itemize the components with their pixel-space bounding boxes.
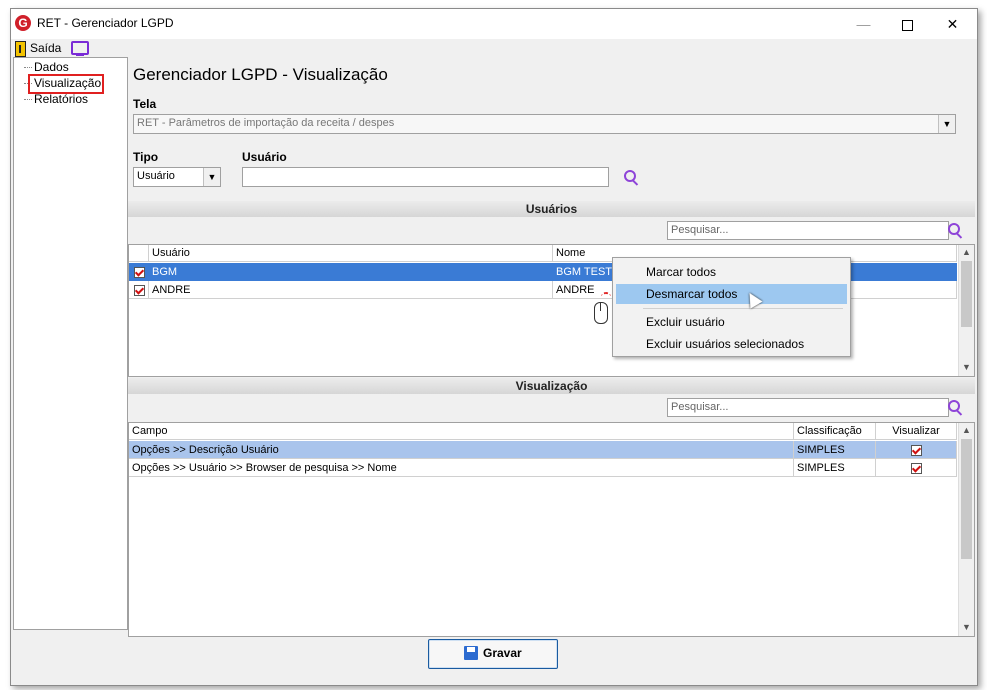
tipo-select[interactable]: Usuário ▼ (133, 167, 221, 187)
sidebar-tree: Dados Visualização Relatórios (13, 57, 128, 630)
context-menu: Marcar todos Desmarcar todos Excluir usu… (612, 257, 851, 357)
menu-item-marcar-todos[interactable]: Marcar todos (616, 262, 847, 282)
visualizacao-grid: Campo Classificação Visualizar Opções >>… (128, 422, 975, 637)
tree-connector (24, 67, 32, 68)
exit-door-icon[interactable] (15, 41, 26, 57)
right-click-indicator-icon (601, 292, 611, 302)
visualizacao-search-placeholder: Pesquisar... (671, 401, 729, 413)
tela-select-value: RET - Parâmetros de importação da receit… (137, 117, 395, 129)
row-checkbox[interactable] (134, 267, 145, 278)
sidebar-item-relatorios[interactable]: Relatórios (34, 92, 88, 106)
menu-item-desmarcar-todos[interactable]: Desmarcar todos (616, 284, 847, 304)
cell-usuario: ANDRE (149, 281, 553, 299)
scroll-up-icon[interactable]: ▲ (959, 245, 974, 260)
visualizar-checkbox[interactable] (911, 463, 922, 474)
cell-campo: Opções >> Descrição Usuário (129, 441, 794, 459)
title-bar: G RET - Gerenciador LGPD — ✕ (11, 9, 977, 39)
tela-label: Tela (133, 97, 157, 111)
row-checkbox[interactable] (134, 285, 145, 296)
visualizar-checkbox[interactable] (911, 445, 922, 456)
window-title: RET - Gerenciador LGPD (37, 16, 174, 30)
usuarios-search-placeholder: Pesquisar... (671, 224, 729, 236)
usuario-input[interactable] (242, 167, 609, 187)
visualizacao-section-header: Visualização (128, 378, 975, 394)
scroll-up-icon[interactable]: ▲ (959, 423, 974, 438)
close-button[interactable]: ✕ (930, 9, 975, 39)
grid-header-check (129, 245, 149, 262)
grid-header-campo[interactable]: Campo (129, 423, 794, 440)
save-button[interactable]: Gravar (428, 639, 558, 669)
tela-select[interactable]: RET - Parâmetros de importação da receit… (133, 114, 956, 134)
monitor-icon[interactable] (71, 41, 89, 56)
page-title: Gerenciador LGPD - Visualização (133, 65, 388, 84)
vertical-scrollbar[interactable]: ▲ ▼ (958, 423, 974, 636)
maximize-button[interactable] (885, 9, 930, 39)
scroll-down-icon[interactable]: ▼ (959, 620, 974, 635)
table-row[interactable]: Opções >> Descrição Usuário SIMPLES (129, 441, 957, 459)
minimize-icon: — (856, 16, 871, 32)
cell-usuario: BGM (149, 263, 553, 281)
menu-item-excluir-selecionados[interactable]: Excluir usuários selecionados (616, 334, 847, 354)
maximize-icon (902, 19, 913, 31)
sidebar-item-visualizacao[interactable]: Visualização (34, 76, 101, 90)
usuario-label: Usuário (242, 150, 287, 164)
minimize-button[interactable]: — (841, 9, 886, 39)
table-row[interactable]: Opções >> Usuário >> Browser de pesquisa… (129, 459, 957, 477)
grid-header-classificacao[interactable]: Classificação (794, 423, 876, 440)
search-icon[interactable] (948, 223, 962, 237)
tipo-select-value: Usuário (137, 170, 175, 182)
app-logo-icon: G (15, 15, 31, 31)
vertical-scrollbar[interactable]: ▲ ▼ (958, 245, 974, 376)
cell-campo: Opções >> Usuário >> Browser de pesquisa… (129, 459, 794, 477)
sidebar-item-dados[interactable]: Dados (34, 60, 69, 74)
cell-classificacao: SIMPLES (794, 441, 876, 459)
scroll-thumb[interactable] (961, 439, 972, 559)
tree-connector (24, 99, 32, 100)
chevron-down-icon[interactable]: ▼ (203, 168, 220, 186)
floppy-disk-icon (464, 646, 478, 660)
search-icon[interactable] (948, 400, 962, 414)
grid-header-visualizar[interactable]: Visualizar (876, 423, 957, 440)
menu-bar: Saída (11, 39, 977, 57)
save-button-label: Gravar (483, 646, 522, 660)
visualizacao-search-input[interactable]: Pesquisar... (667, 398, 949, 417)
scroll-thumb[interactable] (961, 261, 972, 327)
scroll-down-icon[interactable]: ▼ (959, 360, 974, 375)
menu-separator (643, 308, 843, 309)
menu-saida[interactable]: Saída (30, 41, 61, 55)
usuarios-search-input[interactable]: Pesquisar... (667, 221, 949, 240)
search-icon[interactable] (624, 170, 638, 184)
close-icon: ✕ (946, 16, 959, 32)
tipo-label: Tipo (133, 150, 159, 164)
mouse-icon (594, 302, 608, 324)
chevron-down-icon[interactable]: ▼ (938, 115, 955, 133)
usuarios-section-header: Usuários (128, 201, 975, 217)
cell-classificacao: SIMPLES (794, 459, 876, 477)
menu-item-excluir-usuario[interactable]: Excluir usuário (616, 312, 847, 332)
grid-header-usuario[interactable]: Usuário (149, 245, 553, 262)
